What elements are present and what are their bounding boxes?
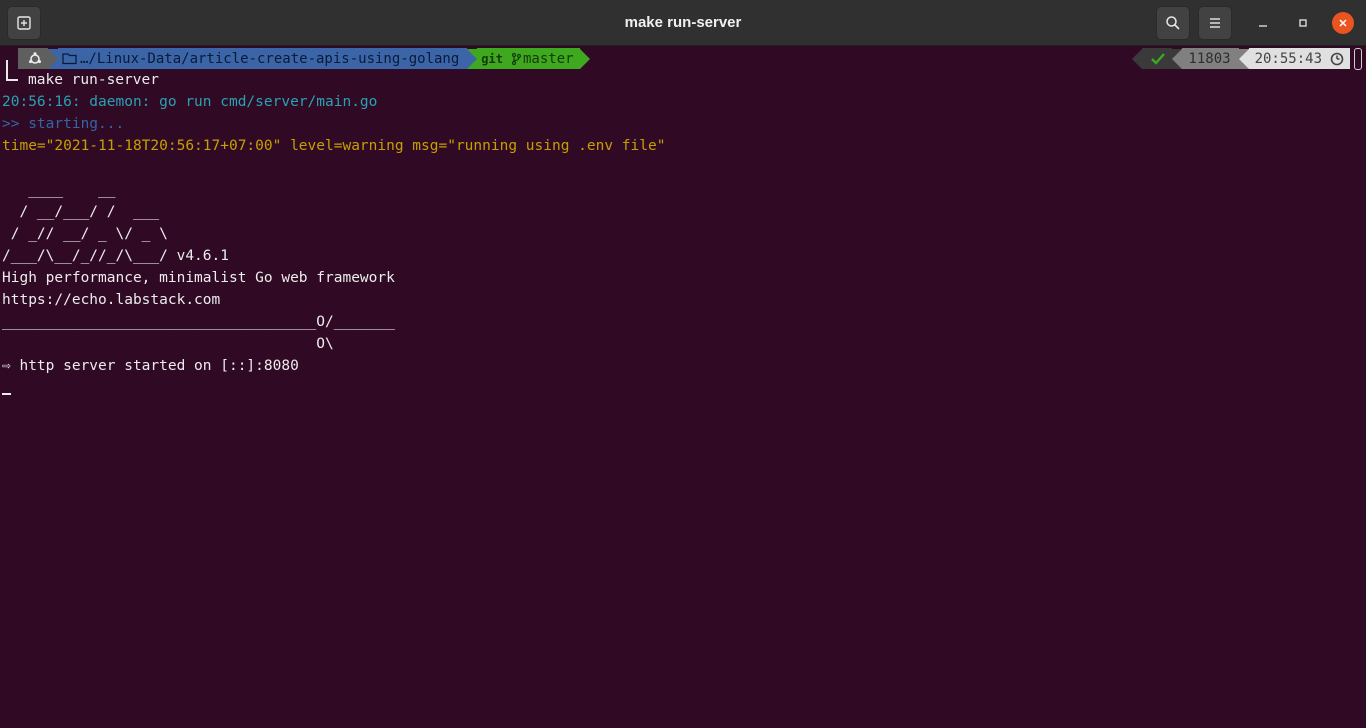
minimize-button[interactable]	[1252, 12, 1274, 34]
checkmark-icon	[1151, 52, 1166, 65]
new-tab-button[interactable]	[7, 6, 41, 40]
maximize-icon	[1299, 19, 1307, 27]
minimize-icon	[1259, 25, 1267, 27]
prompt-right: 11803 20:55:43	[1132, 48, 1350, 69]
search-icon	[1166, 16, 1180, 30]
divider-line: ____________________________________O/__…	[2, 314, 395, 330]
banner-line: /___/\__/_//_/\___/ v4.6.1	[2, 248, 229, 264]
prompt-separator	[1132, 48, 1143, 69]
prompt-os-segment	[18, 48, 48, 69]
starting-line: >> starting...	[2, 116, 125, 132]
prompt-path: …/Linux-Data/article-create-apis-using-g…	[80, 50, 460, 67]
hamburger-menu-icon	[1210, 18, 1220, 28]
tagline-line: High performance, minimalist Go web fram…	[2, 270, 395, 286]
clock-icon	[1330, 52, 1344, 65]
divider-line: O\	[2, 336, 334, 352]
search-button[interactable]	[1156, 6, 1190, 40]
close-icon	[1339, 19, 1347, 27]
url-line: https://echo.labstack.com	[2, 292, 221, 308]
close-button[interactable]	[1332, 12, 1354, 34]
prompt-separator	[1172, 48, 1183, 69]
prompt-separator	[1238, 48, 1249, 69]
command-line: make run-server	[28, 72, 159, 88]
prompt-separator	[48, 48, 58, 69]
prompt-time-segment: 20:55:43	[1248, 48, 1350, 69]
prompt-left: …/Linux-Data/article-create-apis-using-g…	[18, 48, 590, 69]
daemon-line: 20:56:16: daemon: go run cmd/server/main…	[2, 94, 378, 110]
server-started-line: ⇨ http server started on [::]:8080	[2, 358, 299, 374]
folder-icon	[62, 53, 77, 65]
scrollbar-thumb[interactable]	[1354, 48, 1362, 70]
new-tab-icon	[17, 16, 31, 30]
banner-line: / _// __/ _ \/ _ \	[2, 226, 168, 242]
prompt-corner	[6, 60, 18, 81]
prompt-branch: master	[522, 50, 574, 67]
prompt-separator	[467, 48, 478, 69]
terminal-area[interactable]: …/Linux-Data/article-create-apis-using-g…	[0, 46, 1350, 728]
git-branch-icon	[511, 52, 521, 65]
menu-button[interactable]	[1198, 6, 1232, 40]
banner-line: / __/___/ / ___	[2, 204, 160, 220]
banner-line: ____ __	[2, 182, 116, 198]
env-warning-line: time="2021-11-18T20:56:17+07:00" level=w…	[2, 138, 666, 154]
scrollbar[interactable]	[1350, 46, 1366, 728]
prompt-separator	[579, 48, 590, 69]
prompt-vcs: git	[481, 51, 503, 66]
title-bar: make run-server	[0, 0, 1366, 46]
prompt-git-segment: git master	[477, 48, 580, 69]
prompt-history-count: 11803	[1182, 48, 1239, 69]
ubuntu-logo-icon	[29, 51, 41, 64]
prompt-status-segment	[1142, 48, 1173, 69]
prompt-path-segment: …/Linux-Data/article-create-apis-using-g…	[58, 48, 468, 69]
prompt-time: 20:55:43	[1254, 50, 1322, 67]
text-cursor	[2, 393, 11, 395]
maximize-button[interactable]	[1292, 12, 1314, 34]
